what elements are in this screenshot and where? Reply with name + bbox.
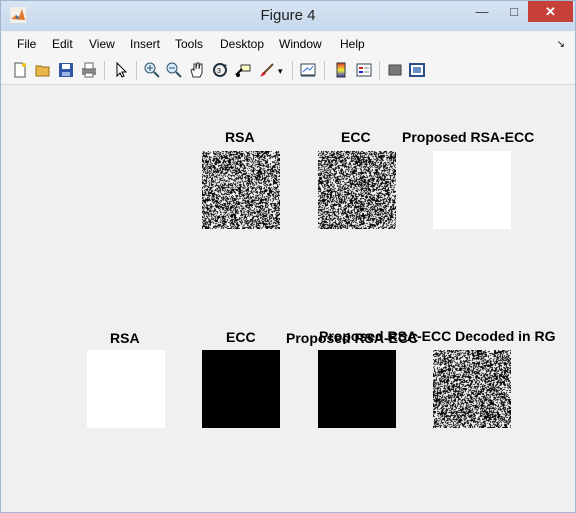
hide-plot-tools-icon[interactable] (386, 61, 404, 79)
menu-edit[interactable]: Edit (52, 37, 73, 51)
menu-window[interactable]: Window (279, 37, 322, 51)
minimize-button[interactable]: — (469, 1, 495, 22)
show-plot-tools-icon[interactable] (408, 61, 426, 79)
zoom-in-icon[interactable] (143, 61, 161, 79)
subplot-title-rsa-decoded: RSA (110, 330, 140, 346)
data-cursor-icon[interactable] (234, 61, 252, 79)
menu-file[interactable]: File (17, 37, 36, 51)
maximize-button[interactable]: □ (501, 1, 527, 22)
svg-text:3: 3 (217, 68, 221, 75)
subplot-image-proposed-decoded-rg (433, 350, 511, 428)
close-icon: ✕ (545, 3, 556, 19)
brush-dropdown-icon[interactable]: ▾ (278, 66, 286, 84)
insert-legend-icon[interactable] (355, 61, 373, 79)
new-figure-icon[interactable] (11, 61, 29, 79)
subplot-image-ecc-decoded (202, 350, 280, 428)
subplot-title-ecc-decoded: ECC (226, 329, 256, 345)
link-plot-icon[interactable] (299, 61, 317, 79)
save-figure-icon[interactable] (57, 61, 75, 79)
menu-help[interactable]: Help (340, 37, 365, 51)
menu-desktop[interactable]: Desktop (220, 37, 264, 51)
rotate-3d-icon[interactable]: 3 (211, 61, 229, 79)
subplot-title-proposed-decoded-rg: Proposed RSA-ECC Decoded in RG (319, 328, 556, 344)
insert-colorbar-icon[interactable] (332, 61, 350, 79)
edit-plot-icon[interactable] (112, 61, 130, 79)
menu-insert[interactable]: Insert (130, 37, 160, 51)
subplot-image-ecc (318, 151, 396, 229)
brush-icon[interactable] (258, 61, 276, 79)
subplot-image-proposed-decoded (318, 350, 396, 428)
dock-arrow-icon[interactable]: ↘ (557, 39, 565, 50)
subplot-image-proposed (433, 151, 511, 229)
figure-canvas: RSA ECC Proposed RSA-ECC RSA ECC Propose… (1, 85, 575, 512)
menu-tools[interactable]: Tools (175, 37, 203, 51)
figure-toolbar: 3 ▾ (1, 57, 575, 85)
subplot-image-rsa (202, 151, 280, 229)
subplot-title-ecc: ECC (341, 129, 371, 145)
close-button[interactable]: ✕ (528, 1, 573, 22)
menu-bar: File Edit View Insert Tools Desktop Wind… (1, 32, 575, 57)
title-bar[interactable]: Figure 4 — □ ✕ (1, 1, 575, 31)
print-figure-icon[interactable] (80, 61, 98, 79)
figure-window: Figure 4 — □ ✕ File Edit View Insert Too… (0, 0, 576, 513)
minimize-icon: — (475, 4, 489, 19)
maximize-icon: □ (510, 4, 518, 19)
subplot-title-rsa: RSA (225, 129, 255, 145)
open-file-icon[interactable] (34, 61, 52, 79)
pan-icon[interactable] (188, 61, 206, 79)
subplot-title-proposed: Proposed RSA-ECC (402, 129, 535, 145)
subplot-image-rsa-decoded (87, 350, 165, 428)
zoom-out-icon[interactable] (165, 61, 183, 79)
menu-view[interactable]: View (89, 37, 115, 51)
